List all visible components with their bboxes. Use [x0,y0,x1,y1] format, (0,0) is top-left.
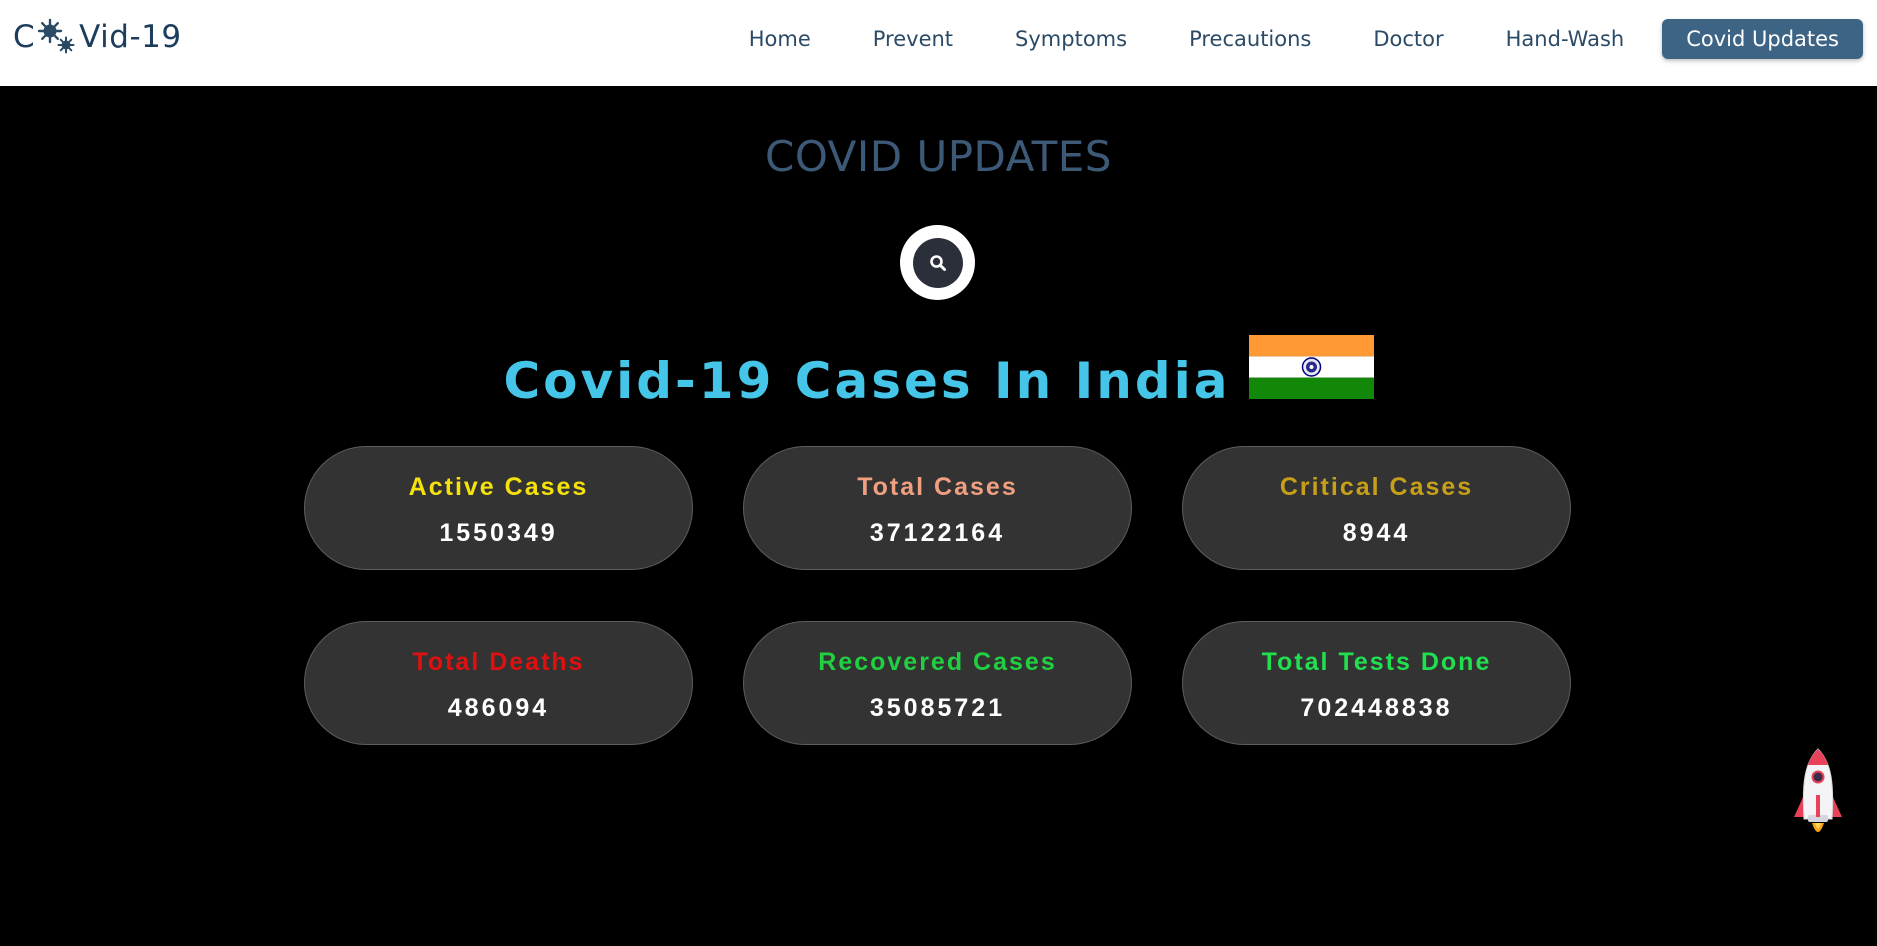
logo-prefix: C [13,19,36,55]
nav-link-prevent[interactable]: Prevent [873,27,953,51]
stat-value: 1550349 [439,519,558,547]
nav-link-precautions[interactable]: Precautions [1189,27,1311,51]
stat-card-active-cases: Active Cases 1550349 [304,446,693,570]
country-title: Covid-19 Cases In India [503,352,1231,410]
stat-value: 35085721 [869,694,1006,722]
stat-card-total-tests-done: Total Tests Done 702448838 [1182,621,1571,745]
india-flag-icon [1248,335,1374,399]
stat-label: Critical Cases [1279,473,1474,501]
stat-value: 486094 [447,694,550,722]
rocket-icon [1794,748,1842,832]
search-icon [912,237,963,288]
logo[interactable]: C Vid-19 [13,16,182,58]
search-button[interactable] [900,225,975,300]
virus-icon [36,18,78,56]
stat-value: 702448838 [1300,694,1453,722]
nav-link-home[interactable]: Home [749,27,811,51]
nav-link-hand-wash[interactable]: Hand-Wash [1506,27,1625,51]
stat-value: 8944 [1342,519,1411,547]
stat-value: 37122164 [869,519,1006,547]
stat-card-recovered-cases: Recovered Cases 35085721 [743,621,1132,745]
scroll-top-button[interactable] [1790,745,1846,841]
nav-menu: Home Prevent Symptoms Precautions Doctor… [749,19,1863,59]
stat-card-total-cases: Total Cases 37122164 [743,446,1132,570]
stat-label: Total Deaths [412,648,585,676]
stat-card-critical-cases: Critical Cases 8944 [1182,446,1571,570]
stat-label: Total Tests Done [1261,648,1492,676]
nav-link-covid-updates[interactable]: Covid Updates [1662,19,1863,59]
logo-suffix: Vid-19 [79,19,182,55]
nav-link-symptoms[interactable]: Symptoms [1015,27,1127,51]
stat-label: Recovered Cases [818,648,1057,676]
nav-link-doctor[interactable]: Doctor [1373,27,1443,51]
stat-label: Active Cases [408,473,589,501]
navbar: C Vid-19 Home Prevent Symptoms Precautio… [0,0,1877,86]
section-title: COVID UPDATES [765,132,1112,181]
stat-card-total-deaths: Total Deaths 486094 [304,621,693,745]
country-heading: Covid-19 Cases In India [0,335,1877,410]
stat-label: Total Cases [857,473,1018,501]
